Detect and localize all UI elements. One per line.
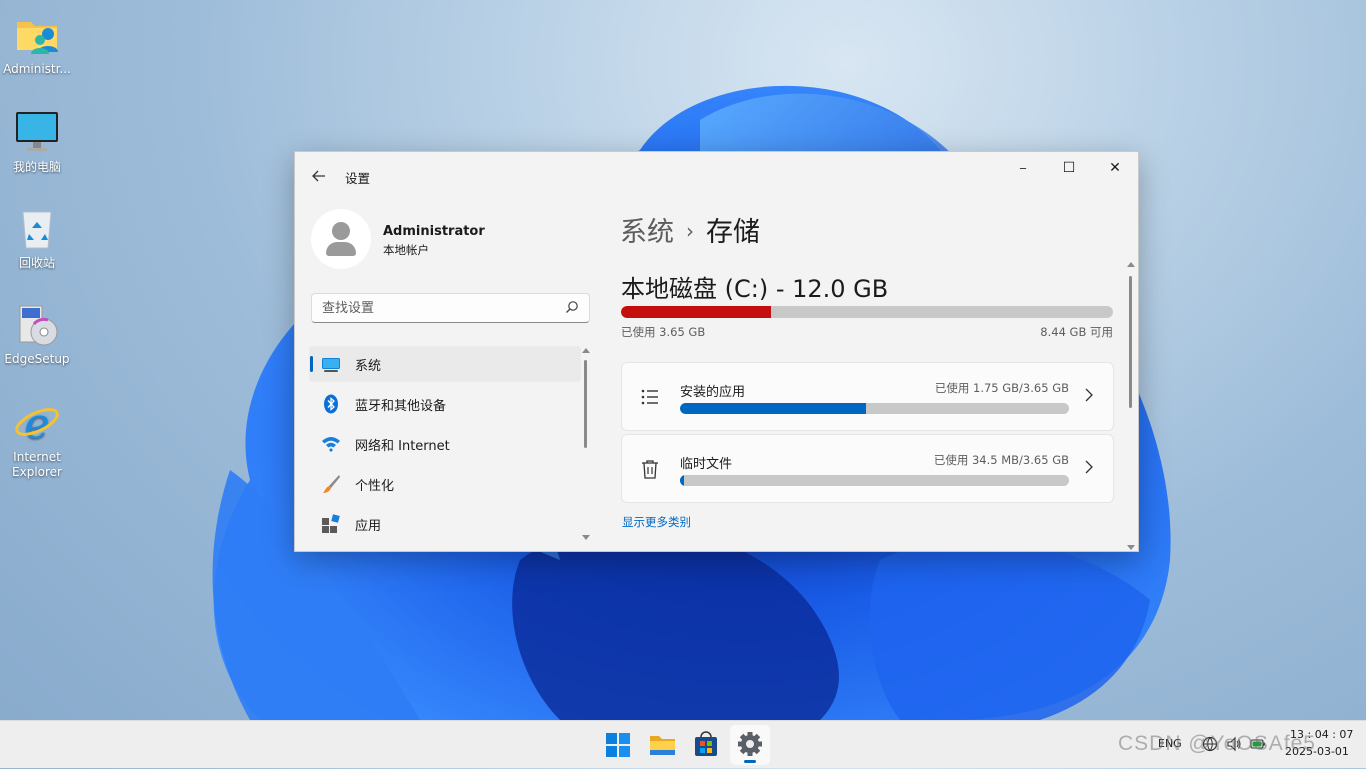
sidebar-item-label: 个性化 [355,478,395,494]
desktop-icon-label: EdgeSetup [4,352,70,366]
page-title: 存储 [706,217,760,248]
app-title: 设置 [345,171,371,186]
folder-icon [650,736,675,755]
sidebar-item-personalization[interactable]: 个性化 [309,466,581,502]
scroll-up-icon[interactable] [1127,262,1135,267]
svg-text:e: e [25,400,50,446]
computer-icon [16,112,58,151]
installer-icon [19,305,58,346]
desktop-icon-recycle-bin[interactable]: 回收站 [2,206,72,271]
desktop-icon-edge-setup[interactable]: EdgeSetup [2,302,72,367]
show-more-categories-link[interactable]: 显示更多类别 [622,514,691,530]
wifi-icon [322,437,340,452]
disk-usage-bar [621,306,1113,318]
chevron-right-icon: › [686,219,694,243]
desktop-icon-this-pc[interactable]: 我的电脑 [2,110,72,175]
category-usage-bar [680,403,1069,414]
start-button[interactable] [598,725,638,765]
desktop-icon-internet-explorer[interactable]: e Internet Explorer [2,399,72,480]
chevron-right-icon [1085,387,1093,406]
category-usage-fill [680,475,684,486]
scrollbar-thumb[interactable] [584,360,587,448]
sidebar-item-system[interactable]: 系统 [309,346,581,382]
disk-used-label: 已使用 3.65 GB [621,325,706,339]
ie-icon: e [15,399,59,448]
desktop-icon-label: 回收站 [18,256,55,270]
close-icon: ✕ [1109,160,1121,176]
category-label: 临时文件 [680,457,733,472]
sidebar-item-bluetooth[interactable]: 蓝牙和其他设备 [309,386,581,422]
desktop-icon-user-folder[interactable]: Administr... [2,12,72,77]
breadcrumb: 系统 › 存储 [620,210,760,249]
close-button[interactable]: ✕ [1092,152,1138,184]
category-usage-fill [680,403,867,414]
maximize-icon: ☐ [1062,160,1076,176]
scrollbar-thumb[interactable] [1129,276,1132,408]
disk-usage-fill [621,306,771,318]
desktop-icon-label: Internet Explorer [12,450,62,479]
minimize-button[interactable]: ─ [1000,152,1046,184]
profile-account-type: 本地帐户 [383,243,429,257]
disk-free-label: 8.44 GB 可用 [1040,325,1113,339]
scroll-up-icon[interactable] [582,348,590,353]
arrow-left-icon [312,170,325,182]
category-card-temp-files[interactable]: 临时文件 已使用 34.5 MB/3.65 GB [621,434,1114,503]
desktop-icon-label: Administr... [3,62,71,76]
sidebar-scrollbar[interactable] [581,348,590,540]
apps-icon [322,514,340,533]
sidebar-nav: 系统 蓝牙和其他设备 网络和 Internet 个性化 应用 [309,346,581,546]
list-icon [641,389,658,405]
brush-icon [323,475,340,493]
store-button[interactable] [686,725,726,765]
desktop-icon-label: 我的电脑 [12,160,61,174]
category-label: 安装的应用 [680,385,746,400]
category-usage: 已使用 1.75 GB/3.65 GB [934,381,1069,395]
content-scrollbar[interactable] [1126,262,1135,550]
store-icon [695,731,717,756]
sidebar-item-label: 应用 [355,518,382,534]
category-usage-bar [680,475,1069,486]
sidebar-item-network[interactable]: 网络和 Internet [309,426,581,462]
category-card-apps[interactable]: 安装的应用 已使用 1.75 GB/3.65 GB [621,362,1114,431]
trash-icon [642,460,658,479]
file-explorer-button[interactable] [642,725,682,765]
monitor-icon [322,358,340,372]
settings-taskbar-button[interactable] [730,725,770,765]
breadcrumb-parent[interactable]: 系统 [620,217,674,248]
disk-title: 本地磁盘 (C:) - 12.0 GB [621,275,889,303]
sidebar-item-apps[interactable]: 应用 [309,506,581,542]
recycle-bin-icon [22,211,52,249]
sidebar-item-label: 网络和 Internet [355,438,450,454]
watermark: CSDN @YoOSAfe5 [1118,732,1316,755]
back-button[interactable] [307,164,331,188]
windows-logo-icon [606,733,630,757]
scroll-down-icon[interactable] [582,535,590,540]
user-folder-icon [17,22,58,54]
bluetooth-icon [324,394,338,414]
avatar[interactable] [311,209,371,269]
sidebar-item-label: 系统 [355,358,382,374]
category-usage: 已使用 34.5 MB/3.65 GB [933,453,1069,467]
maximize-button[interactable]: ☐ [1046,152,1092,184]
gear-icon [738,732,762,756]
settings-window: 设置 ─ ☐ ✕ Administrator 本地帐户 系统 [294,151,1139,552]
minimize-icon: ─ [1019,164,1027,175]
scroll-down-icon[interactable] [1127,545,1135,550]
profile-name: Administrator [383,224,485,239]
sidebar-item-label: 蓝牙和其他设备 [355,398,447,414]
title-bar[interactable]: 设置 ─ ☐ ✕ [295,152,1138,198]
search-box[interactable] [311,293,590,323]
chevron-right-icon [1085,459,1093,478]
search-icon[interactable] [565,300,579,314]
search-input[interactable] [312,294,562,322]
